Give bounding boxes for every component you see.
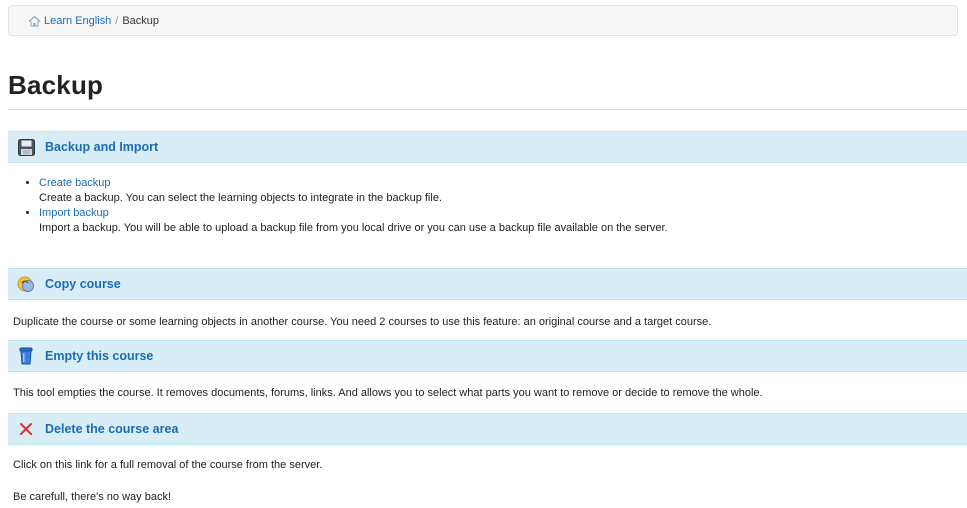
section-title-empty-course[interactable]: Empty this course — [45, 349, 153, 363]
section-title-delete-course[interactable]: Delete the course area — [45, 422, 178, 436]
create-backup-link[interactable]: Create backup — [39, 177, 111, 189]
recycle-bin-icon — [17, 347, 35, 365]
backup-options-list: Create backup Create a backup. You can s… — [17, 176, 668, 236]
list-item: Create backup Create a backup. You can s… — [39, 176, 668, 206]
section-title-backup-import[interactable]: Backup and Import — [45, 140, 158, 154]
section-header-backup-import: Backup and Import — [8, 131, 967, 163]
copy-course-description: Duplicate the course or some learning ob… — [13, 316, 712, 328]
breadcrumb-separator: / — [115, 14, 119, 27]
breadcrumb-current: Backup — [122, 14, 160, 27]
floppy-disk-icon — [17, 138, 35, 156]
empty-course-description: This tool empties the course. It removes… — [13, 387, 763, 399]
delete-course-warning: Be carefull, there's no way back! — [13, 491, 172, 503]
delete-course-description: Click on this link for a full removal of… — [13, 459, 323, 471]
section-title-copy-course[interactable]: Copy course — [45, 277, 121, 291]
section-header-copy-course: Copy course — [8, 268, 967, 300]
delete-x-icon — [17, 420, 35, 438]
list-item: Import backup Import a backup. You will … — [39, 206, 668, 236]
breadcrumb-home-link[interactable]: Learn English — [44, 15, 111, 27]
section-header-empty-course: Empty this course — [8, 340, 967, 372]
import-backup-link[interactable]: Import backup — [39, 207, 109, 219]
breadcrumb: Learn English / Backup — [8, 5, 958, 36]
import-backup-description: Import a backup. You will be able to upl… — [39, 222, 668, 234]
create-backup-description: Create a backup. You can select the lear… — [39, 192, 442, 204]
title-divider — [8, 109, 967, 110]
page-title: Backup — [8, 70, 104, 100]
copy-course-icon — [17, 275, 35, 293]
home-icon[interactable] — [28, 15, 41, 27]
section-header-delete-course: Delete the course area — [8, 413, 967, 445]
